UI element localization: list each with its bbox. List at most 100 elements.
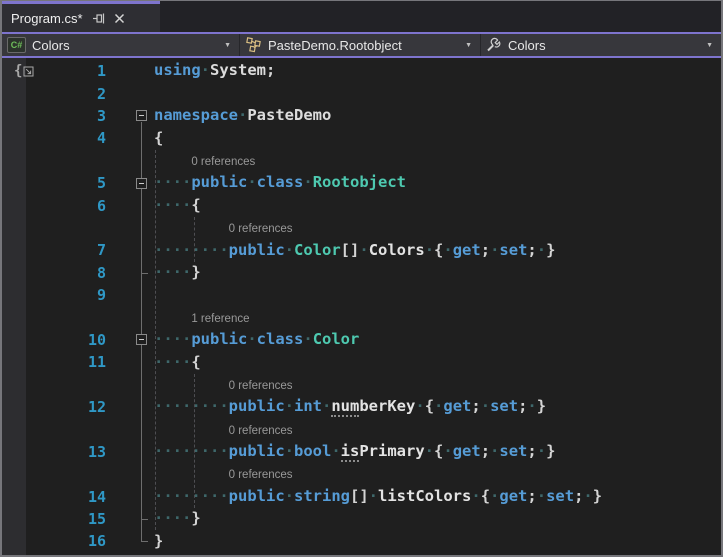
whitespace-dots: · <box>303 173 313 192</box>
whitespace-dots: · <box>247 173 257 192</box>
fold-margin[interactable] <box>106 127 154 149</box>
fold-margin[interactable] <box>106 373 154 395</box>
code-token: ; <box>266 61 276 80</box>
line-number: 1 <box>96 62 106 81</box>
code-token: berKey <box>359 397 416 416</box>
pin-icon[interactable] <box>92 12 105 25</box>
close-icon[interactable] <box>114 13 125 24</box>
code-token: ; <box>527 442 537 461</box>
fold-margin[interactable] <box>106 60 154 82</box>
code-line: 9 <box>26 284 721 306</box>
fold-margin[interactable] <box>106 351 154 373</box>
project-dropdown[interactable]: C# Colors ▼ <box>2 34 240 56</box>
code-token: Color <box>312 330 360 349</box>
code-token: get <box>443 397 472 416</box>
navigation-bar: C# Colors ▼ PasteDemo.Rootobject ▼ Color… <box>2 34 721 58</box>
line-number: 11 <box>87 353 106 372</box>
fold-margin[interactable] <box>106 105 154 127</box>
whitespace-dots: ········ <box>154 486 229 505</box>
code-token: { <box>434 442 444 461</box>
fold-margin[interactable] <box>106 441 154 463</box>
fold-margin[interactable] <box>106 396 154 418</box>
line-number: 10 <box>87 330 106 349</box>
fold-margin[interactable] <box>106 194 154 216</box>
code-line: 14 ········public·string[]·listColors·{·g… <box>26 485 721 507</box>
code-line: 1 using·System; <box>26 60 721 82</box>
fold-margin[interactable] <box>106 485 154 507</box>
code-token: } <box>191 262 201 281</box>
code-token: get <box>499 486 528 505</box>
codelens-references[interactable]: 0 references <box>154 156 255 169</box>
code-token: public <box>228 240 285 259</box>
code-token: { <box>480 486 491 505</box>
type-dropdown[interactable]: PasteDemo.Rootobject ▼ <box>240 34 481 56</box>
fold-margin[interactable] <box>106 82 154 104</box>
code-token: set <box>546 486 575 505</box>
code-token: } <box>191 509 201 528</box>
fold-margin[interactable] <box>106 284 154 306</box>
csharp-project-icon: C# <box>7 37 26 53</box>
code-token: } <box>546 442 556 461</box>
whitespace-dots: · <box>583 486 593 505</box>
code-line: 3 namespace·PasteDemo <box>26 105 721 127</box>
line-number: 5 <box>96 174 106 193</box>
outline-end-tick <box>141 519 148 520</box>
code-line: 16} <box>26 530 721 552</box>
code-token: set <box>490 397 519 416</box>
codelens-row: 0 references <box>26 418 721 440</box>
whitespace-dots: · <box>443 442 453 461</box>
code-token: } <box>546 240 556 259</box>
codelens-references[interactable]: 1 reference <box>154 313 249 326</box>
code-token: public <box>228 397 285 416</box>
whitespace-dots: ········ <box>154 240 229 259</box>
line-number: 4 <box>96 129 106 148</box>
fold-margin[interactable] <box>106 418 154 440</box>
code-token: ; <box>527 240 537 259</box>
codelens-references[interactable]: 0 references <box>154 425 293 438</box>
whitespace-dots: · <box>480 397 491 416</box>
line-number: 8 <box>96 263 106 282</box>
wrench-icon <box>486 37 502 53</box>
code-token: int <box>294 397 322 416</box>
whitespace-dots: · <box>322 397 332 416</box>
whitespace-dots: · <box>284 486 294 505</box>
code-token: { <box>154 128 164 147</box>
codelens-references[interactable]: 0 references <box>154 224 293 236</box>
fold-margin[interactable] <box>106 306 154 328</box>
whitespace-dots: · <box>490 442 500 461</box>
member-dropdown[interactable]: Colors ▼ <box>481 34 721 56</box>
code-editor[interactable]: { 1 using·System; 2 3 namespace·PasteDemo 4{0… <box>2 58 721 555</box>
fold-margin[interactable] <box>106 463 154 485</box>
code-token: namespace <box>154 106 238 125</box>
tab-program-cs[interactable]: Program.cs* <box>2 1 160 32</box>
whitespace-dots: · <box>284 240 294 259</box>
codelens-row: 0 references <box>26 217 721 239</box>
code-line: 8 ····} <box>26 262 721 284</box>
line-number: 15 <box>87 510 106 528</box>
fold-margin[interactable] <box>106 329 154 351</box>
fold-margin[interactable] <box>106 150 154 172</box>
code-token: { <box>434 240 444 259</box>
code-token: { <box>191 352 201 371</box>
fold-margin[interactable] <box>106 217 154 239</box>
whitespace-dots: · <box>490 486 500 505</box>
codelens-references[interactable]: 0 references <box>154 470 293 482</box>
whitespace-dots: · <box>200 61 211 80</box>
whitespace-dots: · <box>536 442 547 461</box>
fold-collapse-button[interactable] <box>136 110 147 122</box>
whitespace-dots: ···· <box>154 330 192 349</box>
whitespace-dots: · <box>359 240 369 259</box>
code-token: class <box>256 173 304 192</box>
fold-margin[interactable] <box>106 239 154 261</box>
fold-collapse-button[interactable] <box>136 334 147 346</box>
fold-collapse-button[interactable] <box>136 177 147 189</box>
chevron-down-icon: ▼ <box>224 41 231 49</box>
codelens-references[interactable]: 0 references <box>154 380 293 393</box>
fold-margin[interactable] <box>106 172 154 194</box>
code-token: Rootobject <box>312 173 407 192</box>
code-token: ; <box>574 486 584 505</box>
indicator-margin[interactable] <box>2 58 26 555</box>
indent-guide <box>194 373 195 508</box>
code-token: set <box>499 240 528 259</box>
whitespace-dots: ···· <box>154 195 192 214</box>
